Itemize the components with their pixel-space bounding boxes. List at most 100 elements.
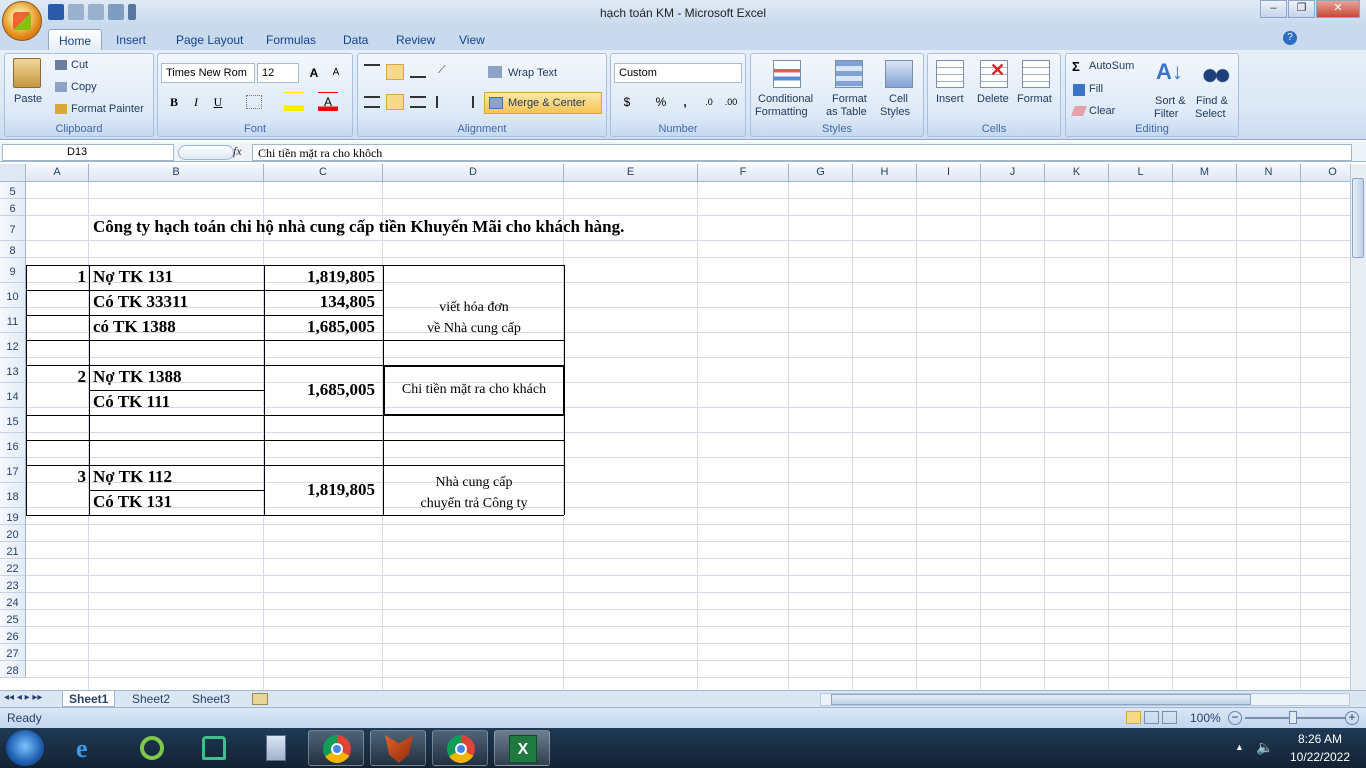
row-header[interactable]: 21 — [0, 542, 26, 559]
tab-formulas[interactable]: Formulas — [256, 29, 326, 50]
align-right-icon[interactable] — [410, 96, 426, 108]
increase-decimal-icon[interactable]: .0 — [699, 92, 719, 112]
font-size-combo[interactable]: 12 — [257, 63, 299, 83]
start-button[interactable] — [6, 730, 44, 766]
house-app-icon[interactable] — [186, 730, 242, 766]
internet-explorer-icon[interactable]: e — [62, 730, 118, 766]
vertical-scroll-thumb[interactable] — [1352, 178, 1364, 258]
bold-button[interactable]: B — [164, 92, 184, 112]
zoom-in-icon[interactable]: + — [1345, 711, 1359, 725]
row-header[interactable]: 16 — [0, 433, 26, 458]
worksheet-grid[interactable]: ABCDEFGHIJKLMNO 5 6 7 8 9 10 11 12 13 14 15 16 17 18 1… — [0, 164, 1350, 690]
row-header[interactable]: 7 — [0, 216, 26, 241]
tab-review[interactable]: Review — [386, 29, 445, 50]
merge-center-button[interactable]: Merge & Center — [508, 97, 586, 109]
zoom-out-icon[interactable]: − — [1228, 711, 1242, 725]
row-header[interactable]: 8 — [0, 241, 26, 258]
formula-input[interactable]: Chi tiền mặt ra cho khôch — [252, 144, 1352, 161]
calculator-icon[interactable] — [248, 730, 304, 766]
column-header[interactable]: L — [1109, 164, 1173, 182]
sort-filter-button-line2[interactable]: Filter — [1154, 108, 1178, 120]
align-top-icon[interactable] — [364, 64, 380, 76]
sort-filter-button[interactable]: Sort & — [1155, 95, 1186, 107]
italic-button[interactable]: I — [186, 92, 206, 112]
row-header[interactable]: 24 — [0, 593, 26, 610]
format-painter-button[interactable]: Format Painter — [71, 103, 144, 115]
help-icon[interactable]: ? — [1283, 31, 1297, 45]
sheet-nav-arrows-icon[interactable]: ◂◂ ◂ ▸ ▸▸ — [4, 692, 42, 703]
row-header[interactable]: 20 — [0, 525, 26, 542]
tab-data[interactable]: Data — [333, 29, 378, 50]
column-header[interactable]: M — [1173, 164, 1237, 182]
align-center-icon[interactable] — [386, 94, 404, 110]
font-name-combo[interactable]: Times New Rom — [161, 63, 255, 83]
volume-icon[interactable]: 🔈 — [1256, 739, 1273, 756]
column-header[interactable]: G — [789, 164, 853, 182]
orientation-icon[interactable]: ⟋ — [438, 64, 458, 78]
tab-page-layout[interactable]: Page Layout — [166, 29, 253, 50]
insert-function-icon[interactable]: fx — [233, 144, 242, 159]
page-layout-view-icon[interactable] — [1144, 711, 1159, 724]
zoom-slider-thumb[interactable] — [1289, 711, 1297, 724]
currency-button[interactable]: $ — [617, 92, 637, 112]
tab-view[interactable]: View — [449, 29, 495, 50]
align-left-icon[interactable] — [364, 96, 380, 108]
normal-view-icon[interactable] — [1126, 711, 1141, 724]
column-header[interactable]: H — [853, 164, 917, 182]
increase-indent-icon[interactable] — [458, 96, 474, 108]
row-header[interactable]: 28 — [0, 661, 26, 678]
shrink-font-icon[interactable]: A — [326, 63, 346, 83]
clock-date[interactable]: 10/22/2022 — [1280, 750, 1360, 764]
fill-button[interactable]: Fill — [1089, 83, 1103, 95]
column-header[interactable]: A — [26, 164, 89, 182]
decrease-indent-icon[interactable] — [436, 96, 452, 108]
tab-home[interactable]: Home — [48, 29, 103, 50]
cell-styles-button[interactable]: Cell — [889, 93, 908, 105]
column-header[interactable]: O — [1301, 164, 1350, 182]
tray-arrow-icon[interactable]: ▲ — [1235, 742, 1244, 752]
clear-button[interactable]: Clear — [1089, 105, 1115, 117]
align-bottom-icon[interactable] — [410, 76, 426, 78]
row-header[interactable]: 26 — [0, 627, 26, 644]
format-as-table-button[interactable]: Format — [832, 93, 867, 105]
column-header[interactable]: C — [264, 164, 383, 182]
sheet-tab-active[interactable]: Sheet1 — [62, 691, 116, 707]
row-header[interactable]: 25 — [0, 610, 26, 627]
font-color-icon[interactable]: A — [318, 92, 338, 112]
column-header[interactable]: F — [698, 164, 789, 182]
autosum-button[interactable]: AutoSum — [1089, 60, 1134, 72]
column-header[interactable]: N — [1237, 164, 1301, 182]
number-format-combo[interactable]: Custom — [614, 63, 742, 83]
restore-button[interactable]: ❐ — [1288, 0, 1315, 18]
row-header[interactable]: 23 — [0, 576, 26, 593]
cell-styles-button-line2[interactable]: Styles — [880, 106, 910, 118]
row-header[interactable]: 15 — [0, 408, 26, 433]
sheet-tab[interactable]: Sheet2 — [126, 691, 176, 707]
row-header[interactable]: 19 — [0, 508, 26, 525]
row-header[interactable]: 17 — [0, 458, 26, 483]
name-box[interactable]: D13 — [2, 144, 174, 161]
borders-icon[interactable] — [246, 95, 262, 109]
column-header[interactable]: D — [383, 164, 564, 182]
row-header[interactable]: 14 — [0, 383, 26, 408]
column-header[interactable]: K — [1045, 164, 1109, 182]
horizontal-scrollbar[interactable] — [820, 693, 1350, 706]
select-all-corner[interactable] — [0, 164, 26, 182]
paste-button[interactable]: Paste — [14, 93, 42, 105]
column-header[interactable]: E — [564, 164, 698, 182]
column-header[interactable]: I — [917, 164, 981, 182]
row-header[interactable]: 27 — [0, 644, 26, 661]
find-select-button-line2[interactable]: Select — [1195, 108, 1226, 120]
close-button[interactable]: ✕ — [1316, 0, 1360, 18]
row-header[interactable]: 9 — [0, 258, 26, 283]
row-header[interactable]: 18 — [0, 483, 26, 508]
chrome-icon-2[interactable] — [432, 730, 488, 766]
percent-button[interactable]: % — [651, 92, 671, 112]
formula-expand-handle[interactable] — [178, 145, 234, 160]
conditional-formatting-button-line2[interactable]: Formatting — [755, 106, 808, 118]
insert-cells-button[interactable]: Insert — [936, 93, 964, 105]
decrease-decimal-icon[interactable]: .00 — [721, 92, 741, 112]
horizontal-scroll-thumb[interactable] — [831, 694, 1251, 705]
find-select-button[interactable]: Find & — [1196, 95, 1228, 107]
row-header[interactable]: 22 — [0, 559, 26, 576]
